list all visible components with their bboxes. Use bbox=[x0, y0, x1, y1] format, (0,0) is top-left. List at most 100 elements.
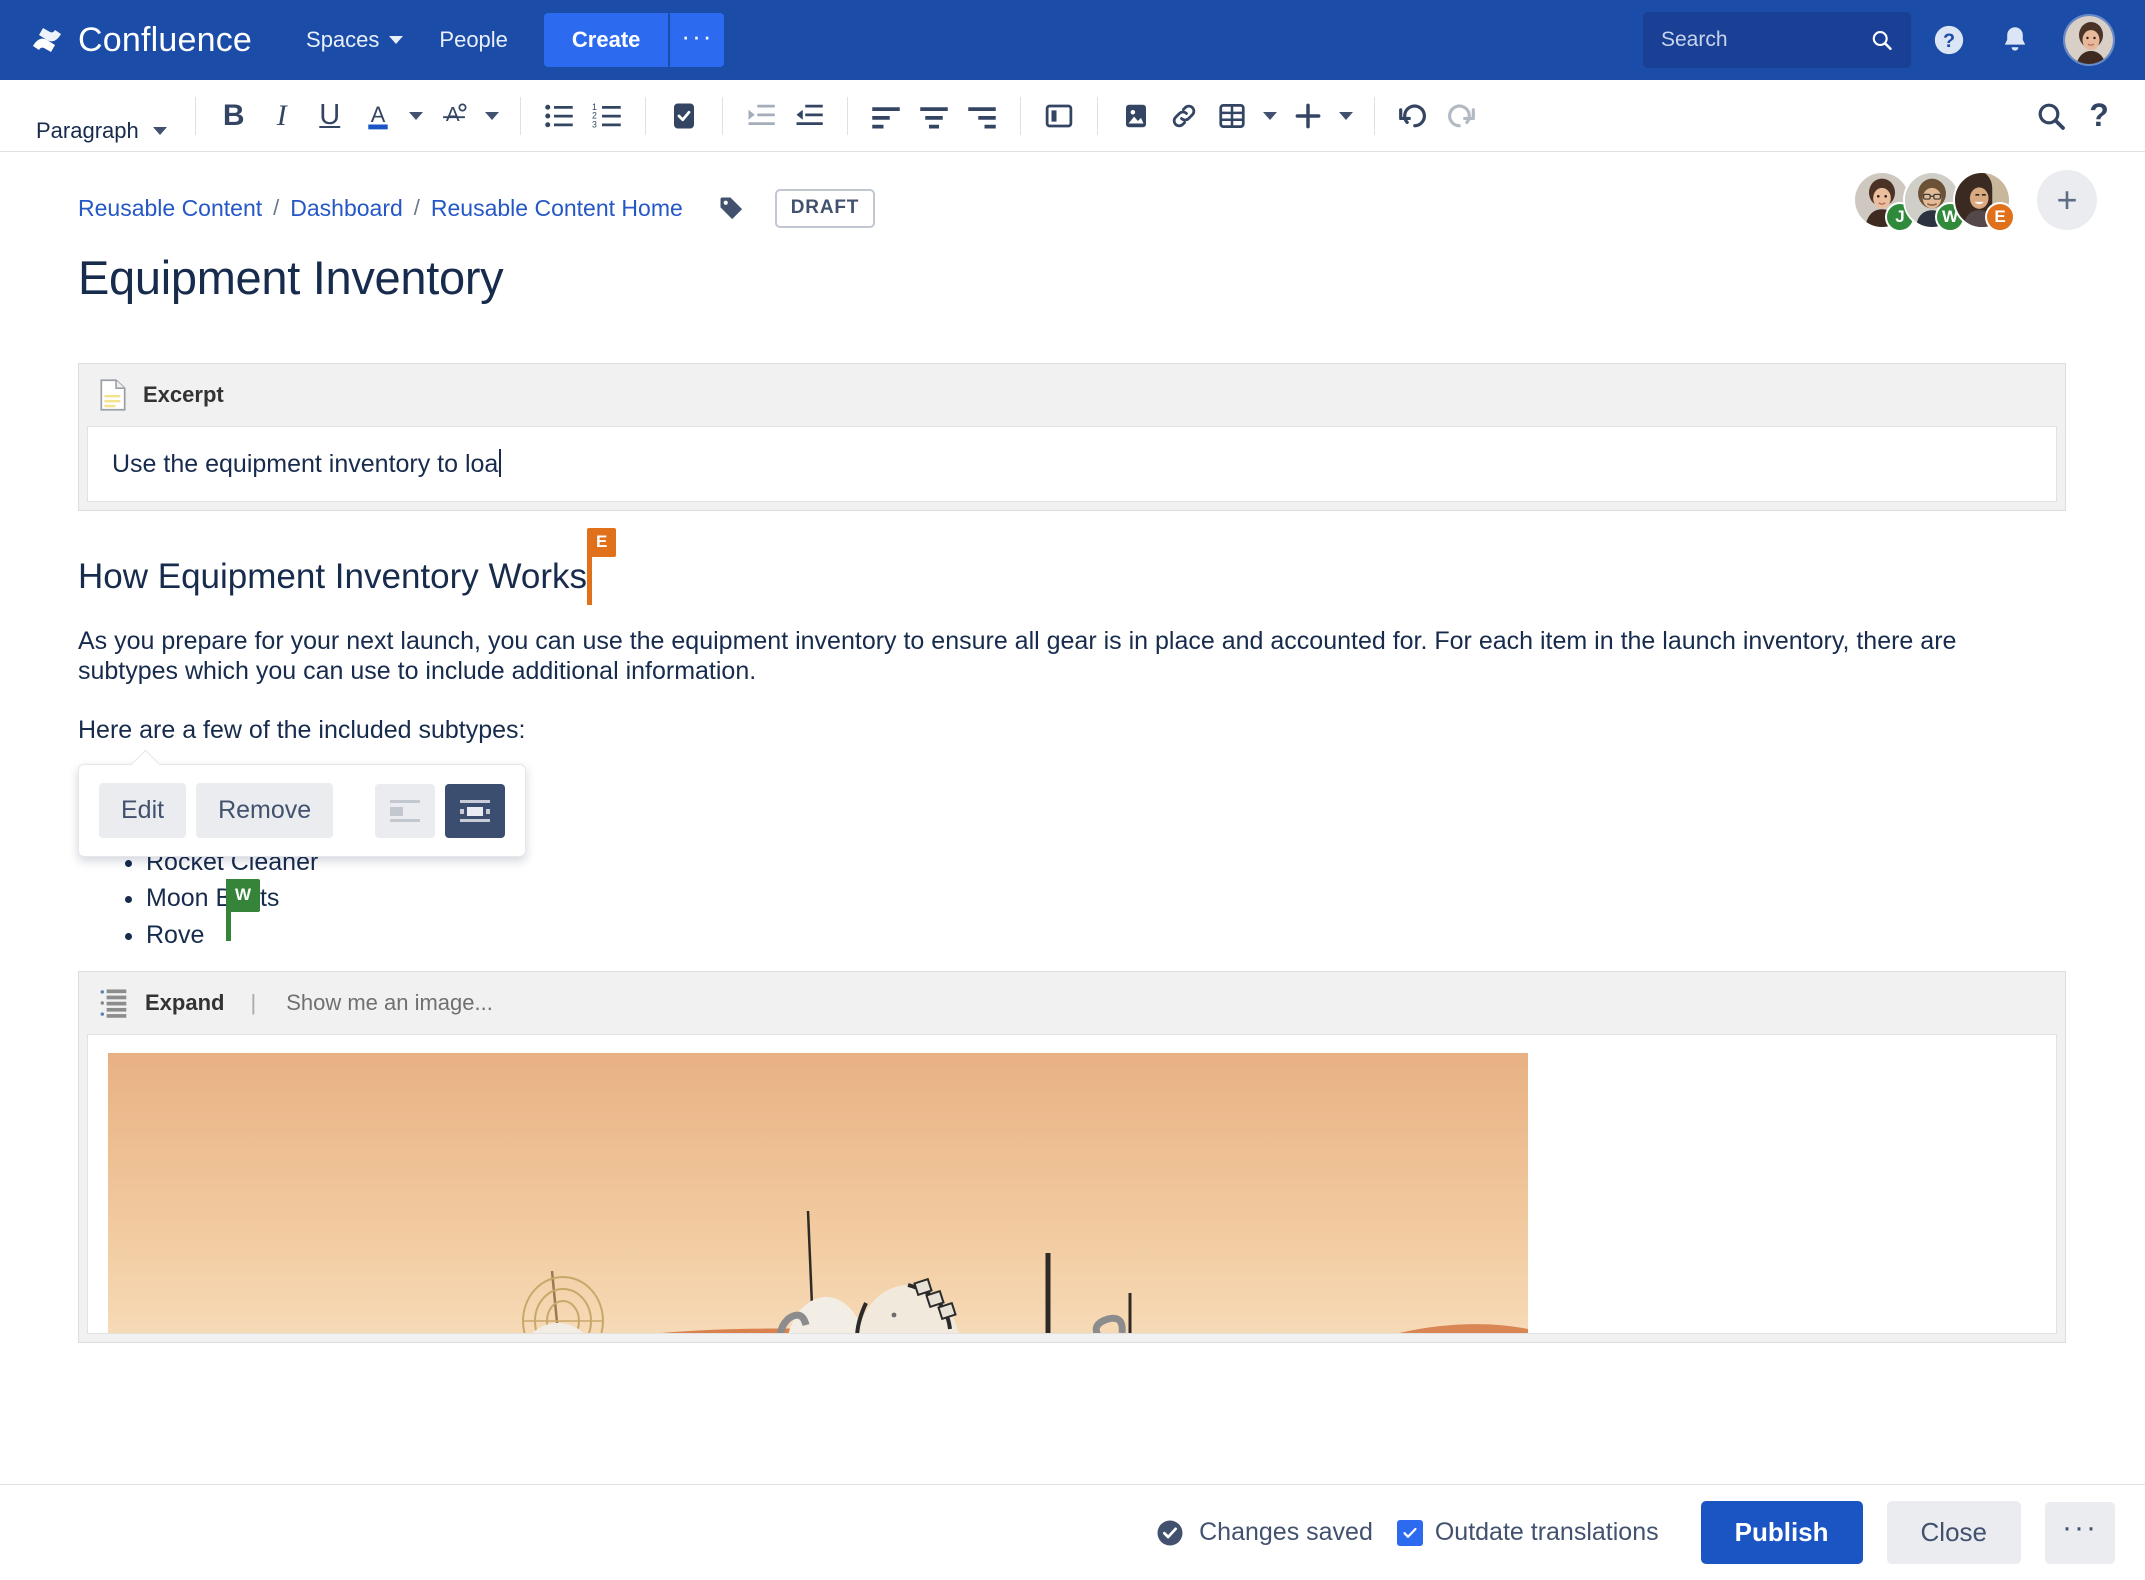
collaborator-list: J W bbox=[1861, 170, 2097, 230]
excerpt-inline-layout-icon bbox=[388, 798, 422, 824]
excerpt-macro-header[interactable]: Excerpt bbox=[79, 364, 2065, 426]
global-navigation-bar: Confluence Spaces People Create ··· bbox=[0, 0, 2145, 80]
expand-macro-separator: | bbox=[250, 990, 256, 1016]
editor-footer-bar: Changes saved Outdate translations Publi… bbox=[0, 1484, 2145, 1580]
expand-macro[interactable]: Expand | Show me an image... bbox=[78, 971, 2066, 1343]
excerpt-macro-title: Excerpt bbox=[143, 382, 224, 408]
breadcrumb: Reusable Content / Dashboard / Reusable … bbox=[78, 186, 2067, 230]
paragraph-2[interactable]: Here are a few of the included subtypes: bbox=[78, 716, 2008, 746]
italic-button[interactable]: I bbox=[258, 92, 306, 140]
macro-property-panel: Edit Remove bbox=[78, 764, 526, 857]
list-item-label: Rove bbox=[146, 921, 204, 949]
add-collaborator-button[interactable]: + bbox=[2037, 170, 2097, 230]
outdent-button[interactable] bbox=[737, 92, 785, 140]
section-heading[interactable]: How Equipment Inventory Works bbox=[78, 557, 587, 596]
profile-avatar[interactable] bbox=[2063, 14, 2115, 66]
text-highlight-icon: A bbox=[439, 99, 469, 133]
align-right-button[interactable] bbox=[958, 92, 1006, 140]
page-title[interactable]: Equipment Inventory bbox=[78, 250, 2067, 305]
close-button[interactable]: Close bbox=[1887, 1501, 2021, 1564]
list-item[interactable]: RoveW bbox=[146, 917, 2067, 953]
breadcrumb-item-home[interactable]: Reusable Content Home bbox=[431, 195, 683, 222]
macro-inline-layout-button[interactable] bbox=[375, 784, 435, 838]
align-left-button[interactable] bbox=[862, 92, 910, 140]
breadcrumb-separator: / bbox=[414, 195, 420, 221]
undo-button[interactable] bbox=[1389, 92, 1437, 140]
excerpt-macro[interactable]: Excerpt Use the equipment inventory to l… bbox=[78, 363, 2066, 511]
svg-text:3: 3 bbox=[592, 119, 597, 129]
macro-block-layout-button[interactable] bbox=[445, 784, 505, 838]
help-button[interactable]: ? bbox=[1921, 12, 1977, 68]
toolbar-divider bbox=[1020, 97, 1021, 135]
collaborator-cursor-label: W bbox=[226, 879, 260, 913]
create-more-button[interactable]: ··· bbox=[668, 13, 724, 67]
text-highlight-button[interactable]: A bbox=[430, 92, 478, 140]
confluence-logo[interactable]: Confluence bbox=[30, 21, 252, 60]
paragraph-style-dropdown[interactable]: Paragraph bbox=[22, 107, 181, 155]
numbered-list-button[interactable]: 1 2 3 bbox=[583, 92, 631, 140]
toolbar-divider bbox=[847, 97, 848, 135]
insert-table-dropdown[interactable] bbox=[1256, 92, 1284, 140]
nav-spaces-label: Spaces bbox=[306, 27, 379, 53]
svg-text:?: ? bbox=[1943, 30, 1955, 52]
excerpt-block-layout-icon bbox=[458, 798, 492, 824]
align-right-icon bbox=[967, 102, 997, 130]
underline-button[interactable]: U bbox=[306, 92, 354, 140]
breadcrumb-item-space[interactable]: Reusable Content bbox=[78, 195, 262, 222]
editor-help-button[interactable]: ? bbox=[2075, 92, 2123, 140]
text-color-dropdown[interactable] bbox=[402, 92, 430, 140]
publish-button[interactable]: Publish bbox=[1701, 1501, 1863, 1564]
bold-button[interactable]: B bbox=[210, 92, 258, 140]
indent-button[interactable] bbox=[785, 92, 833, 140]
help-circle-icon: ? bbox=[1932, 23, 1966, 57]
find-replace-button[interactable] bbox=[2027, 92, 2075, 140]
align-center-icon bbox=[919, 102, 949, 130]
chevron-down-icon bbox=[389, 36, 403, 44]
chevron-down-icon bbox=[1263, 112, 1277, 120]
insert-image-button[interactable] bbox=[1112, 92, 1160, 140]
mars-habitat-image[interactable] bbox=[108, 1053, 1528, 1334]
insert-link-button[interactable] bbox=[1160, 92, 1208, 140]
expand-macro-body[interactable] bbox=[87, 1034, 2057, 1334]
text-highlight-dropdown[interactable] bbox=[478, 92, 506, 140]
status-badge: DRAFT bbox=[775, 189, 875, 228]
insert-more-dropdown[interactable] bbox=[1332, 92, 1360, 140]
outdate-translations-checkbox[interactable]: Outdate translations bbox=[1397, 1518, 1659, 1547]
undo-icon bbox=[1397, 101, 1429, 131]
expand-macro-header[interactable]: Expand | Show me an image... bbox=[79, 972, 2065, 1034]
toolbar-divider bbox=[645, 97, 646, 135]
align-center-button[interactable] bbox=[910, 92, 958, 140]
macro-remove-button[interactable]: Remove bbox=[196, 783, 333, 838]
paragraph-1[interactable]: As you prepare for your next launch, you… bbox=[78, 627, 2008, 686]
insert-more-button[interactable] bbox=[1284, 92, 1332, 140]
collaborator-cursor-e: E bbox=[587, 555, 592, 605]
nav-spaces[interactable]: Spaces bbox=[288, 0, 421, 80]
macro-edit-button[interactable]: Edit bbox=[99, 783, 186, 838]
excerpt-macro-body[interactable]: Use the equipment inventory to loa bbox=[87, 426, 2057, 502]
search-icon bbox=[2035, 100, 2067, 132]
breadcrumb-item-dashboard[interactable]: Dashboard bbox=[290, 195, 403, 222]
bulleted-list-button[interactable] bbox=[535, 92, 583, 140]
notifications-button[interactable] bbox=[1987, 12, 2043, 68]
check-icon bbox=[1401, 1524, 1419, 1542]
search-input[interactable] bbox=[1661, 28, 1870, 52]
collaborator-avatar-e[interactable]: E bbox=[1953, 171, 2011, 229]
insert-table-button[interactable] bbox=[1208, 92, 1256, 140]
chevron-down-icon bbox=[409, 112, 423, 120]
global-search[interactable] bbox=[1643, 12, 1911, 68]
footer-more-button[interactable]: ··· bbox=[2045, 1502, 2115, 1564]
tag-icon[interactable] bbox=[717, 194, 745, 222]
excerpt-macro-text: Use the equipment inventory to loa bbox=[112, 450, 498, 478]
collaborator-initial-badge: E bbox=[1985, 202, 2015, 232]
nav-people[interactable]: People bbox=[421, 0, 526, 80]
task-list-button[interactable] bbox=[660, 92, 708, 140]
expand-macro-title: Expand bbox=[145, 990, 224, 1016]
create-button[interactable]: Create bbox=[544, 13, 668, 67]
list-item[interactable]: Moon Boots bbox=[146, 880, 2067, 916]
text-color-button[interactable]: A bbox=[354, 92, 402, 140]
redo-icon bbox=[1445, 101, 1477, 131]
nav-right-cluster: ? bbox=[1643, 12, 2115, 68]
redo-button[interactable] bbox=[1437, 92, 1485, 140]
page-content: J W bbox=[0, 152, 2145, 1343]
page-layout-button[interactable] bbox=[1035, 92, 1083, 140]
